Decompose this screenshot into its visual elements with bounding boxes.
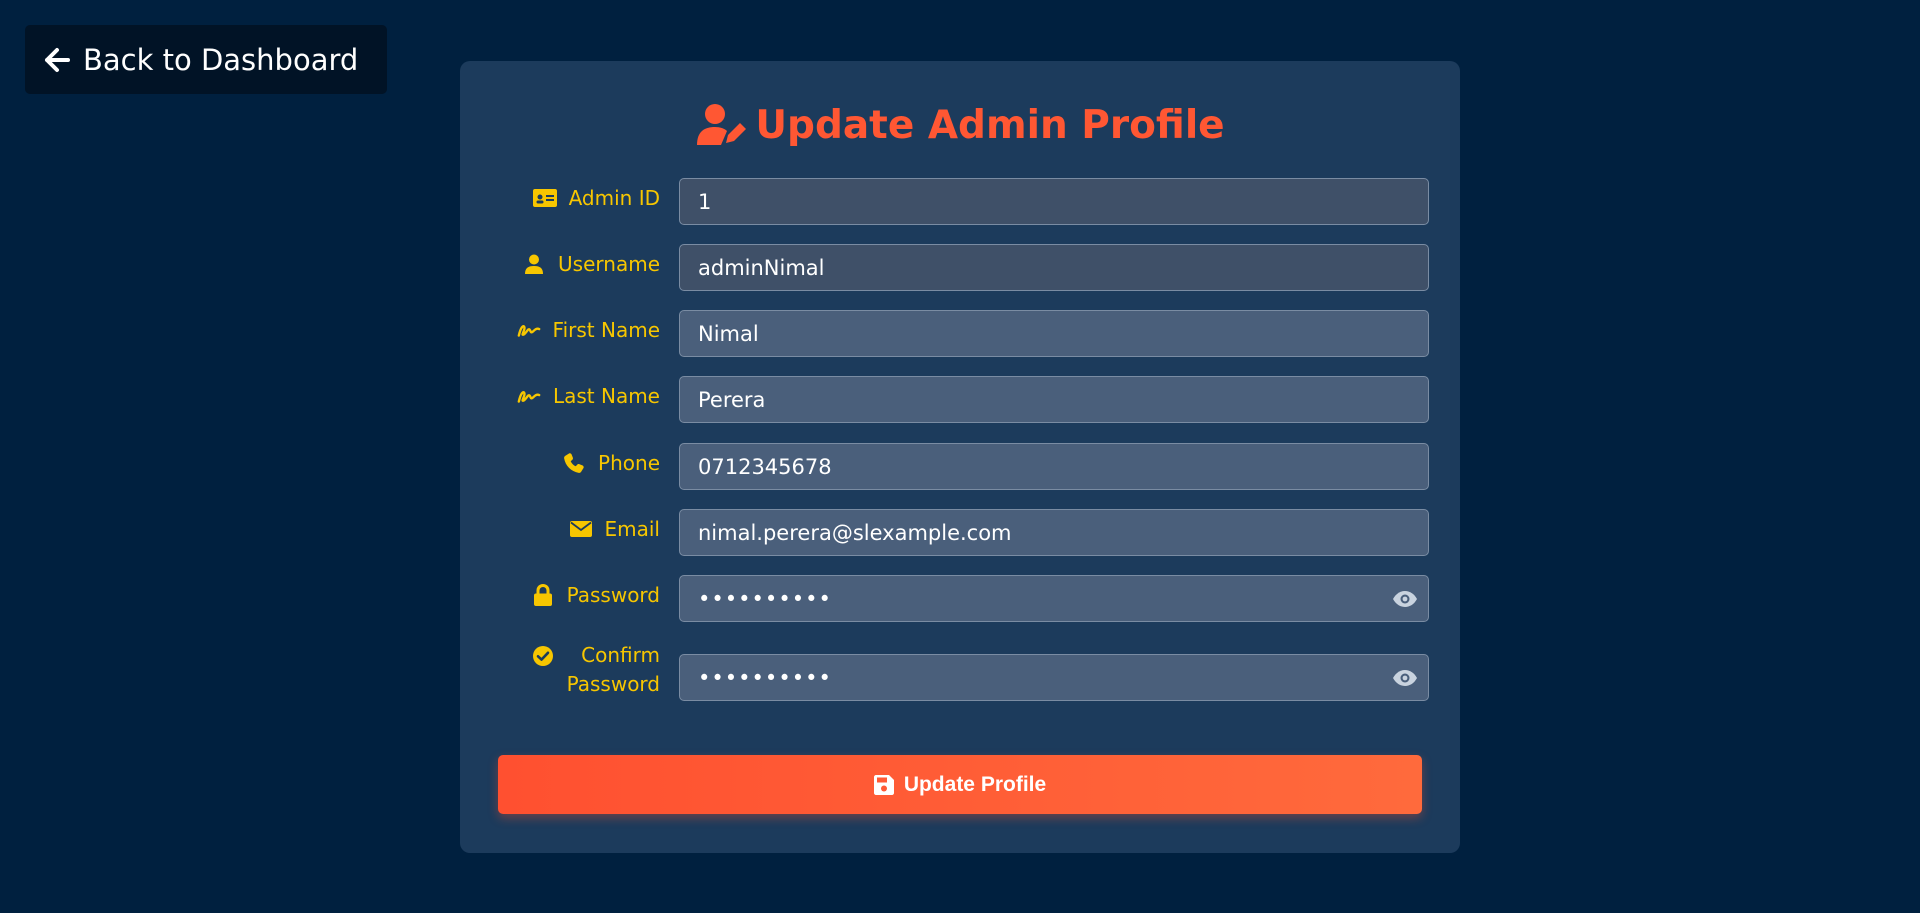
toggle-confirm-password-visibility-button[interactable]: [1392, 669, 1418, 687]
check-circle-icon: [531, 645, 555, 667]
lock-icon: [531, 584, 555, 606]
envelope-icon: [569, 518, 593, 540]
email-label: Email: [569, 512, 660, 546]
last-name-label: Last Name: [517, 379, 660, 413]
user-edit-icon: [695, 103, 747, 147]
eye-icon: [1392, 669, 1418, 687]
last-name-field[interactable]: [679, 376, 1429, 423]
eye-icon: [1392, 590, 1418, 608]
update-profile-button[interactable]: Update Profile: [498, 755, 1422, 814]
id-card-icon: [532, 187, 557, 209]
phone-label: Phone: [562, 446, 660, 480]
back-button-label: Back to Dashboard: [83, 42, 359, 77]
phone-field[interactable]: [679, 443, 1429, 490]
signature-icon: [517, 319, 541, 341]
save-icon: [873, 774, 894, 795]
update-profile-card: Update Admin Profile Admin ID Username F…: [460, 61, 1460, 853]
admin-id-label: Admin ID: [532, 181, 660, 215]
toggle-password-visibility-button[interactable]: [1392, 590, 1418, 608]
update-profile-button-label: Update Profile: [903, 772, 1047, 796]
first-name-field[interactable]: [679, 310, 1429, 357]
confirm-password-field[interactable]: ••••••••••: [679, 654, 1429, 701]
user-icon: [522, 253, 546, 275]
page-title: Update Admin Profile: [460, 95, 1460, 155]
phone-icon: [562, 452, 586, 474]
confirm-password-label: Confirm Password: [531, 641, 660, 699]
admin-id-field[interactable]: [679, 178, 1429, 225]
email-field[interactable]: [679, 509, 1429, 556]
password-field[interactable]: ••••••••••: [679, 575, 1429, 622]
signature-icon: [517, 385, 541, 407]
first-name-label: First Name: [517, 313, 660, 347]
username-label: Username: [522, 247, 660, 281]
arrow-left-icon: [43, 46, 71, 74]
username-field[interactable]: [679, 244, 1429, 291]
back-to-dashboard-button[interactable]: Back to Dashboard: [25, 25, 387, 94]
page-title-text: Update Admin Profile: [755, 102, 1225, 148]
password-label: Password: [531, 578, 660, 612]
